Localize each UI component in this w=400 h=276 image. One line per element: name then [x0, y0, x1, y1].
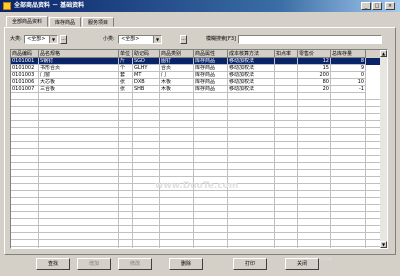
cell-cost-method: 移动加权法 [228, 86, 275, 93]
cell-category: 合页 [160, 65, 194, 72]
cell-mnemonic: SGD [133, 58, 160, 65]
cell-unit: 张 [119, 79, 133, 86]
tab-stock-goods[interactable]: 库存商品 [49, 17, 81, 27]
minor-category-label: 小类: [103, 36, 115, 42]
column-header-total-stock[interactable]: 总库存量 [331, 50, 366, 58]
cell-discount [275, 72, 298, 79]
cell-attribute: 库存商品 [194, 79, 228, 86]
major-category-browse-button[interactable]: ... [60, 35, 67, 44]
cell-code: 0101003 [11, 72, 39, 79]
cell-name: 大芯板 [39, 79, 119, 86]
cell-mnemonic: SHB [133, 86, 160, 93]
major-category-select[interactable]: <全部> ▼ [24, 35, 58, 44]
scroll-up-icon[interactable]: ▲ [380, 50, 387, 57]
cell-cost-method: 移动加权法 [228, 79, 275, 86]
cell-code: 0101002 [11, 65, 39, 72]
major-category-label: 大类: [10, 36, 22, 42]
column-header-cost-method[interactable]: 成本核算方法 [228, 50, 275, 58]
close-dialog-button[interactable]: 关闭 [285, 258, 319, 270]
cell-category: 木板 [160, 79, 194, 86]
vertical-scrollbar[interactable]: ▲ ▼ [380, 50, 387, 248]
table-row[interactable]: 0101002 书形合页 个 GLHY 合页 库存商品 移动加权法 15 9 [11, 65, 381, 72]
cell-discount [275, 58, 298, 65]
delete-button[interactable]: 删除 [169, 258, 203, 270]
cell-name: 门窗 [39, 72, 119, 79]
minor-category-browse-button[interactable]: ... [180, 35, 187, 44]
column-header-name[interactable]: 品名规格 [39, 50, 119, 58]
column-header-discount[interactable]: 扣点率 [275, 50, 298, 58]
cell-category: 木板 [160, 86, 194, 93]
column-header-retail-price[interactable]: 零售价 [298, 50, 331, 58]
cell-mnemonic: MT [133, 72, 160, 79]
close-button[interactable]: × [385, 2, 395, 10]
cell-category: 门 [160, 72, 194, 79]
window-title: 全部商品资料 － 基础资料 [14, 2, 85, 9]
print-button[interactable]: 打印 [233, 258, 267, 270]
column-header-code[interactable]: 商品编码 [11, 50, 39, 58]
cell-retail-price: 200 [298, 72, 331, 79]
cell-retail-price: 80 [298, 79, 331, 86]
app-icon [3, 2, 11, 10]
cell-discount [275, 86, 298, 93]
cell-cost-method: 移动加权法 [228, 72, 275, 79]
cell-code: 0101006 [11, 79, 39, 86]
cell-attribute: 库存商品 [194, 86, 228, 93]
cell-retail-price: 12 [298, 58, 331, 65]
minor-category-select[interactable]: <全部> ▼ [118, 35, 162, 44]
cell-name: 三合板 [39, 86, 119, 93]
cell-discount [275, 79, 298, 86]
cell-cost-method: 移动加权法 [228, 65, 275, 72]
minimize-button[interactable]: _ [361, 2, 371, 10]
table-row[interactable]: 0101007 三合板 张 SHB 木板 库存商品 移动加权法 20 -1 [11, 86, 381, 93]
chevron-down-icon[interactable]: ▼ [49, 36, 57, 43]
cell-attribute: 库存商品 [194, 72, 228, 79]
fuzzy-search-label: 模糊搜索[F3] [206, 36, 236, 42]
edit-button[interactable]: 修改 [118, 258, 152, 270]
cell-unit: 套 [119, 72, 133, 79]
column-header-unit[interactable]: 单位 [119, 50, 133, 58]
cell-cost-method: 移动加权法 [228, 58, 275, 65]
cell-name: S钢钉 [39, 58, 119, 65]
cell-total-stock: -1 [331, 86, 366, 93]
cell-total-stock: 8 [331, 58, 366, 65]
cell-total-stock: 0 [331, 72, 366, 79]
table-row[interactable]: 0101003 门窗 套 MT 门 库存商品 移动加权法 200 0 [11, 72, 381, 79]
column-header-category[interactable]: 商品类别 [160, 50, 194, 58]
table-row[interactable]: 0101001 S钢钉 斤 SGD 图钉 库存商品 移动加权法 12 8 [11, 58, 381, 65]
cell-retail-price: 15 [298, 65, 331, 72]
find-button[interactable]: 查找 [36, 258, 70, 270]
cell-retail-price: 20 [298, 86, 331, 93]
empty-grid-lines [11, 93, 381, 248]
cell-total-stock: 9 [331, 65, 366, 72]
fuzzy-search-input[interactable] [238, 35, 382, 44]
title-bar[interactable]: 全部商品资料 － 基础资料 _ □ × [0, 0, 400, 12]
cell-mnemonic: GLHY [133, 65, 160, 72]
cell-category: 图钉 [160, 58, 194, 65]
add-button[interactable]: 增加 [77, 258, 111, 270]
minor-category-value: <全部> [121, 36, 140, 42]
cell-attribute: 库存商品 [194, 65, 228, 72]
cell-code: 0101001 [11, 58, 39, 65]
cell-attribute: 库存商品 [194, 58, 228, 65]
column-header-attribute[interactable]: 商品属性 [194, 50, 228, 58]
center-watermark: www.DuoTe.com [155, 181, 239, 191]
cell-mnemonic: DXB [133, 79, 160, 86]
tab-all-goods[interactable]: 全部商品资料 [6, 16, 48, 27]
cell-total-stock: 10 [331, 79, 366, 86]
column-header-mnemonic[interactable]: 助记码 [133, 50, 160, 58]
tab-service-items[interactable]: 服务项目 [82, 17, 114, 27]
cell-code: 0101007 [11, 86, 39, 93]
chevron-down-icon[interactable]: ▼ [153, 36, 161, 43]
cell-unit: 个 [119, 65, 133, 72]
cell-unit: 斤 [119, 58, 133, 65]
maximize-button[interactable]: □ [372, 2, 382, 10]
table-row[interactable]: 0101006 大芯板 张 DXB 木板 库存商品 移动加权法 80 10 [11, 79, 381, 86]
cell-discount [275, 65, 298, 72]
table-header: 商品编码 品名规格 单位 助记码 商品类别 商品属性 成本核算方法 扣点率 零售… [11, 50, 381, 58]
cell-name: 书形合页 [39, 65, 119, 72]
major-category-value: <全部> [27, 36, 46, 42]
scroll-down-icon[interactable]: ▼ [380, 241, 387, 248]
goods-table[interactable]: 商品编码 品名规格 单位 助记码 商品类别 商品属性 成本核算方法 扣点率 零售… [10, 49, 388, 249]
cell-unit: 张 [119, 86, 133, 93]
